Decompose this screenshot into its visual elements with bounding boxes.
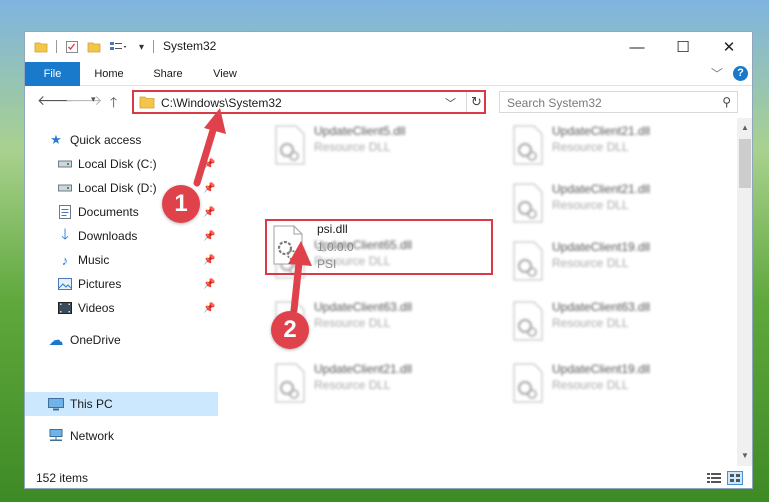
list-item[interactable]: UpdateClient21.dll Resource DLL	[502, 176, 702, 240]
list-item[interactable]: UpdateClient21.dll Resource DLL	[502, 118, 702, 182]
sidebar-item-this-pc[interactable]: This PC	[25, 392, 218, 416]
list-item[interactable]: UpdateClient19.dll Resource DLL	[502, 234, 702, 298]
folder-icon	[139, 96, 155, 109]
navigation-pane: ★ Quick access Local Disk (C:) 📌 Local D…	[25, 118, 218, 466]
videos-icon	[57, 300, 73, 316]
file-item-psi-dll[interactable]	[264, 216, 492, 280]
scroll-down-arrow-icon[interactable]: ▼	[737, 448, 752, 464]
dll-file-icon	[273, 225, 303, 265]
file-list: UpdateClient5.dll Resource DLL UpdateCli…	[218, 118, 737, 466]
pin-icon[interactable]: 📌	[203, 255, 215, 266]
download-icon: 🡓	[61, 225, 69, 243]
refresh-icon[interactable]: ↻	[466, 92, 486, 112]
pin-icon[interactable]: 📌	[203, 207, 215, 218]
folder-icon	[34, 38, 48, 56]
customize-toolbar-chevron-icon[interactable]: ▾	[139, 38, 144, 56]
sidebar-item-quick-access[interactable]: ★ Quick access	[25, 128, 218, 152]
network-icon	[48, 428, 64, 444]
tab-file[interactable]: File	[25, 62, 80, 86]
vertical-scrollbar[interactable]: ▲ ▼	[737, 118, 752, 466]
pin-icon[interactable]: 📌	[203, 231, 215, 242]
music-icon: ♪	[61, 252, 69, 268]
scroll-up-arrow-icon[interactable]: ▲	[737, 120, 752, 136]
list-item[interactable]: UpdateClient5.dll Resource DLL	[264, 118, 464, 182]
item-count: 152 items	[36, 471, 89, 485]
title-bar: ▾ System32 — ☐ ✕	[25, 32, 752, 62]
address-dropdown-chevron-icon[interactable]: ﹀	[445, 95, 456, 111]
navigation-bar: 🡐 🡒 ▾ 🡑 C:\Windows\System32 ﹀ ↻ Search S…	[25, 86, 752, 118]
search-input[interactable]: Search System32 ⚲	[499, 91, 738, 113]
view-options-icon[interactable]	[109, 38, 127, 56]
pin-icon[interactable]: 📌	[203, 279, 215, 290]
dll-file-icon	[275, 125, 305, 165]
dll-file-icon	[513, 301, 543, 341]
up-arrow-icon[interactable]: 🡑	[110, 92, 117, 116]
search-placeholder: Search System32	[507, 96, 602, 110]
sidebar-item-onedrive[interactable]: ☁ OneDrive	[25, 328, 218, 352]
sidebar-item-pictures[interactable]: Pictures 📌	[25, 272, 218, 296]
forward-arrow-icon[interactable]: 🡒	[65, 92, 103, 109]
close-button[interactable]: ✕	[706, 32, 752, 62]
large-icons-view-icon[interactable]	[727, 471, 743, 485]
cloud-icon: ☁	[48, 332, 64, 349]
address-bar[interactable]: C:\Windows\System32 ﹀ ↻	[133, 91, 486, 113]
expand-ribbon-chevron-icon[interactable]: ﹀	[711, 65, 723, 82]
address-path: C:\Windows\System32	[161, 96, 282, 110]
maximize-button[interactable]: ☐	[660, 32, 706, 62]
pin-icon[interactable]: 📌	[203, 303, 215, 314]
drive-icon	[57, 156, 73, 172]
dll-file-icon	[513, 363, 543, 403]
recent-locations-chevron-icon[interactable]: ▾	[91, 94, 96, 105]
pin-icon[interactable]: 📌	[203, 159, 215, 170]
status-bar: 152 items	[25, 466, 752, 488]
tab-home[interactable]: Home	[87, 62, 131, 86]
dll-file-icon	[275, 363, 305, 403]
tab-share[interactable]: Share	[146, 62, 190, 86]
new-folder-icon[interactable]	[87, 38, 101, 56]
tab-view[interactable]: View	[203, 62, 247, 86]
step-2-callout: 2	[271, 311, 309, 349]
computer-icon	[48, 396, 64, 412]
sidebar-item-local-disk-c[interactable]: Local Disk (C:) 📌	[25, 152, 218, 176]
drive-icon	[57, 180, 73, 196]
minimize-button[interactable]: —	[614, 32, 660, 62]
sidebar-item-videos[interactable]: Videos 📌	[25, 296, 218, 320]
pictures-icon	[57, 276, 73, 292]
sidebar-item-music[interactable]: ♪ Music 📌	[25, 248, 218, 272]
documents-icon	[57, 204, 73, 220]
properties-icon[interactable]	[65, 38, 79, 56]
star-icon: ★	[50, 132, 62, 147]
file-name: psi.dll	[317, 222, 348, 236]
details-view-icon[interactable]	[706, 471, 722, 485]
sidebar-item-downloads[interactable]: 🡓 Downloads 📌	[25, 224, 218, 248]
file-description: PSI	[317, 257, 337, 271]
window-title: System32	[163, 39, 217, 53]
ribbon-tabs: File Home Share View ﹀ ?	[25, 62, 752, 86]
dll-file-icon	[513, 125, 543, 165]
step-1-callout: 1	[162, 185, 200, 223]
list-item[interactable]: UpdateClient19.dll Resource DLL	[502, 356, 702, 420]
list-item[interactable]: UpdateClient63.dll Resource DLL	[502, 294, 702, 358]
dll-file-icon	[513, 241, 543, 281]
list-item[interactable]: UpdateClient21.dll Resource DLL	[264, 356, 464, 420]
scroll-thumb[interactable]	[739, 139, 751, 188]
pin-icon[interactable]: 📌	[203, 183, 215, 194]
explorer-window: ▾ System32 — ☐ ✕ File Home Share View ﹀ …	[24, 31, 753, 489]
sidebar-item-network[interactable]: Network	[25, 424, 218, 448]
file-version: 1.0.0.0	[317, 240, 354, 254]
dll-file-icon	[513, 183, 543, 223]
search-icon: ⚲	[722, 95, 731, 109]
help-icon[interactable]: ?	[733, 66, 748, 81]
